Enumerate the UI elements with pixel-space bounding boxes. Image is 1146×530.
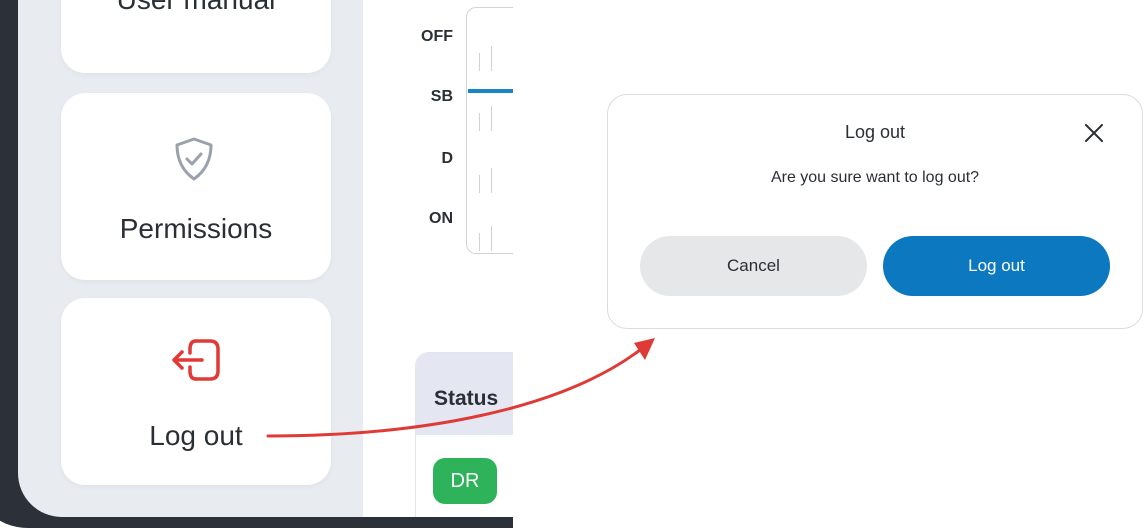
status-duty-line [468, 89, 513, 93]
grid-tick [479, 53, 480, 71]
permissions-label: Permissions [119, 213, 273, 244]
status-card: Status DR [415, 352, 513, 517]
grid-tick [491, 226, 492, 251]
grid-tick [491, 168, 492, 193]
permissions-card[interactable]: Permissions [61, 93, 331, 280]
driving-status-badge[interactable]: DR [433, 458, 497, 504]
grid-tick [491, 106, 492, 131]
device-screen: User manual Permissions Log out OFF SB D… [18, 0, 513, 517]
logout-dialog: Log out Are you sure want to log out? Ca… [607, 94, 1143, 329]
device-frame: User manual Permissions Log out OFF SB D… [0, 0, 513, 530]
log-chart-grid [466, 7, 513, 254]
logout-label: Log out [149, 420, 243, 451]
status-title: Status [434, 387, 499, 410]
cancel-button[interactable]: Cancel [640, 236, 867, 296]
user-manual-card[interactable]: User manual [61, 0, 331, 73]
shield-check-icon [175, 137, 213, 181]
grid-tick [479, 113, 480, 131]
confirm-logout-button[interactable]: Log out [883, 236, 1110, 296]
row-label-sb: SB [430, 88, 453, 105]
grid-tick [491, 46, 492, 71]
dialog-title: Log out [844, 122, 906, 142]
dialog-message: Are you sure want to log out? [770, 169, 980, 186]
row-label-on: ON [429, 210, 453, 227]
user-manual-label: User manual [61, 0, 331, 16]
row-label-d: D [441, 150, 453, 167]
grid-tick [479, 175, 480, 193]
logout-card[interactable]: Log out [61, 298, 331, 485]
grid-tick [479, 233, 480, 251]
close-icon[interactable] [1082, 121, 1106, 145]
status-header: Status [416, 353, 513, 435]
log-panel: OFF SB D ON Status DR [363, 0, 513, 517]
row-label-off: OFF [421, 28, 453, 45]
logout-arrow-icon [172, 339, 220, 381]
